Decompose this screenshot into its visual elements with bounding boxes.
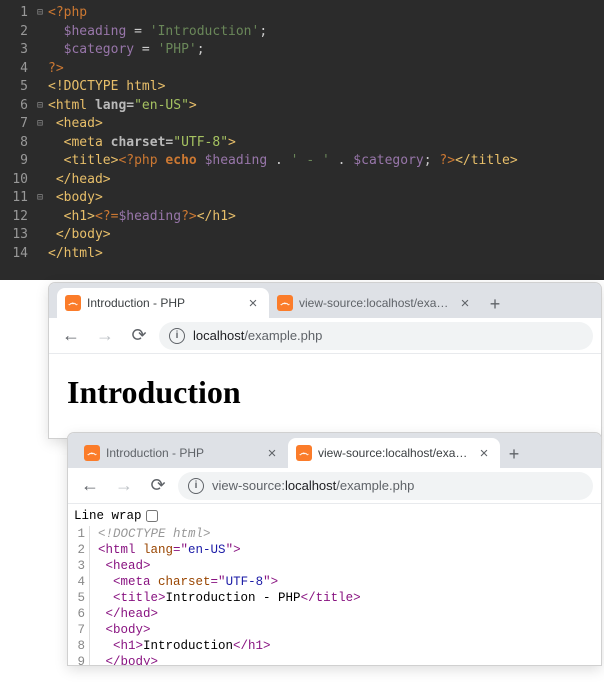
tab-title: Introduction - PHP bbox=[87, 296, 241, 310]
close-icon[interactable]: × bbox=[264, 445, 280, 461]
address-bar[interactable]: i localhost/example.php bbox=[159, 322, 593, 350]
tab-inactive-source[interactable]: ෴ view-source:localhost/example.p × bbox=[269, 288, 481, 318]
code-area[interactable]: <?php $heading = 'Introduction'; $catego… bbox=[46, 0, 518, 280]
linewrap-toggle[interactable]: Line wrap bbox=[74, 508, 595, 524]
reload-button[interactable]: ⟳ bbox=[125, 322, 153, 350]
new-tab-button[interactable]: + bbox=[500, 440, 528, 468]
tab-title: view-source:localhost/example.p bbox=[299, 296, 453, 310]
tab-active-rendered[interactable]: ෴ Introduction - PHP × bbox=[57, 288, 269, 318]
browser-toolbar: ← → ⟳ i view-source:localhost/example.ph… bbox=[68, 468, 601, 504]
source-lines: 1<!DOCTYPE html>2<html lang="en-US">3 <h… bbox=[74, 526, 595, 665]
back-button[interactable]: ← bbox=[76, 472, 104, 500]
line-gutter: 1234567891011121314 bbox=[0, 0, 34, 280]
linewrap-label: Line wrap bbox=[74, 508, 142, 524]
xampp-icon: ෴ bbox=[277, 295, 293, 311]
browser-rendered: ෴ Introduction - PHP × ෴ view-source:loc… bbox=[49, 283, 601, 438]
viewsource-content: Line wrap 1<!DOCTYPE html>2<html lang="e… bbox=[68, 504, 601, 665]
linewrap-checkbox[interactable] bbox=[146, 510, 158, 522]
new-tab-button[interactable]: + bbox=[481, 290, 509, 318]
site-info-icon[interactable]: i bbox=[169, 328, 185, 344]
tab-inactive-rendered[interactable]: ෴ Introduction - PHP × bbox=[76, 438, 288, 468]
xampp-icon: ෴ bbox=[296, 445, 312, 461]
forward-button[interactable]: → bbox=[110, 472, 138, 500]
fold-column: ⊟⊟⊟⊟ bbox=[34, 0, 46, 280]
code-editor[interactable]: 1234567891011121314 ⊟⊟⊟⊟ <?php $heading … bbox=[0, 0, 604, 280]
page-heading: Introduction bbox=[67, 374, 583, 411]
forward-button[interactable]: → bbox=[91, 322, 119, 350]
url-text: view-source:localhost/example.php bbox=[212, 478, 414, 493]
browser-viewsource: ෴ Introduction - PHP × ෴ view-source:loc… bbox=[68, 433, 601, 665]
url-text: localhost/example.php bbox=[193, 328, 322, 343]
tab-title: view-source:localhost/example.p bbox=[318, 446, 472, 460]
browser-stack: ෴ Introduction - PHP × ෴ view-source:loc… bbox=[0, 280, 604, 700]
reload-button[interactable]: ⟳ bbox=[144, 472, 172, 500]
back-button[interactable]: ← bbox=[57, 322, 85, 350]
tab-strip: ෴ Introduction - PHP × ෴ view-source:loc… bbox=[68, 433, 601, 468]
browser-toolbar: ← → ⟳ i localhost/example.php bbox=[49, 318, 601, 354]
xampp-icon: ෴ bbox=[65, 295, 81, 311]
site-info-icon[interactable]: i bbox=[188, 478, 204, 494]
page-content: Introduction bbox=[49, 354, 601, 431]
close-icon[interactable]: × bbox=[457, 295, 473, 311]
xampp-icon: ෴ bbox=[84, 445, 100, 461]
tab-title: Introduction - PHP bbox=[106, 446, 260, 460]
tab-active-source[interactable]: ෴ view-source:localhost/example.p × bbox=[288, 438, 500, 468]
close-icon[interactable]: × bbox=[476, 445, 492, 461]
tab-strip: ෴ Introduction - PHP × ෴ view-source:loc… bbox=[49, 283, 601, 318]
close-icon[interactable]: × bbox=[245, 295, 261, 311]
address-bar[interactable]: i view-source:localhost/example.php bbox=[178, 472, 593, 500]
